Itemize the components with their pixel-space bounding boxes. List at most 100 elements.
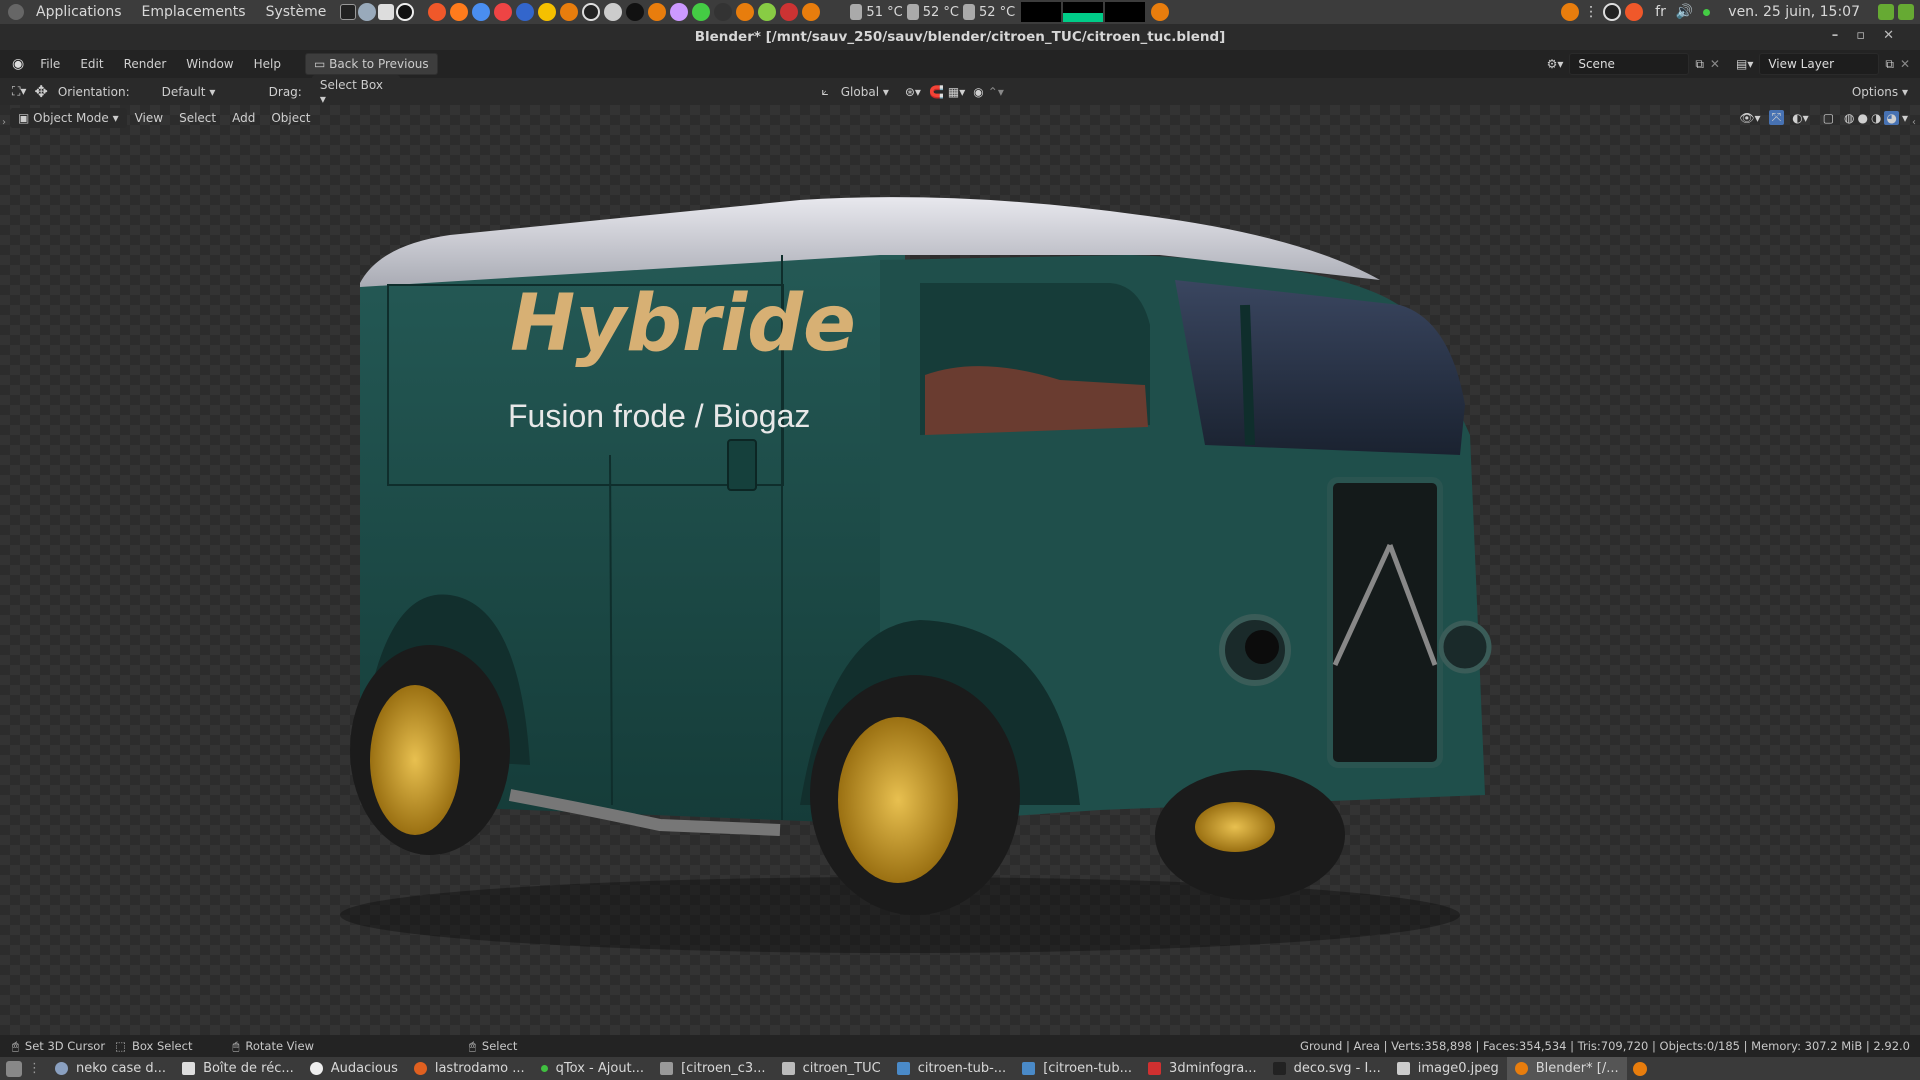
menu-window[interactable]: Window [176,57,243,71]
falloff-icon[interactable]: ⌃▾ [988,85,1004,99]
xray-toggle-icon[interactable]: ▢ [1823,111,1834,125]
menu-select[interactable]: Select [171,111,224,125]
launcher-browser-icon[interactable] [358,3,377,21]
show-desktop-button[interactable] [6,1060,22,1077]
launcher-blender5-icon[interactable] [1151,3,1170,21]
shading-solid-icon[interactable]: ● [1858,111,1868,125]
launcher-app5-icon[interactable] [604,3,623,21]
launcher-app-icon[interactable] [396,3,415,21]
menu-render[interactable]: Render [114,57,177,71]
task-13[interactable]: Blender* [/... [1506,1057,1627,1080]
tool-icon[interactable]: ⛶▾ [12,84,26,99]
network-status-icon[interactable] [1703,8,1711,16]
task-11[interactable]: deco.svg - I... [1265,1057,1389,1080]
view-layer-browse-icon[interactable]: ▤▾ [1736,57,1753,71]
menu-file[interactable]: File [30,57,70,71]
shading-rendered-icon[interactable]: ◕ [1884,110,1899,125]
shading-wireframe-icon[interactable]: ◍ [1844,111,1854,125]
system-monitor-graph[interactable] [1021,2,1062,22]
menu-systeme[interactable]: Système [256,4,337,20]
launcher-chromium-icon[interactable] [472,3,491,21]
task-6[interactable]: [citroen_c3... [652,1057,774,1080]
menu-edit[interactable]: Edit [70,57,113,71]
memory-monitor-graph[interactable] [1105,2,1146,22]
task-10[interactable]: 3dminfogra... [1140,1057,1265,1080]
task-5[interactable]: qTox - Ajout... [533,1057,652,1080]
launcher-filezilla-icon[interactable] [780,3,799,21]
new-scene-icon[interactable]: ⧉ [1695,57,1704,72]
menu-add[interactable]: Add [224,111,263,125]
task-7[interactable]: citroen_TUC [774,1057,889,1080]
launcher-app9-icon[interactable] [758,3,777,21]
shading-options-icon[interactable]: ▾ [1902,111,1908,125]
pivot-point-icon[interactable]: ⊛▾ [905,85,921,99]
new-view-layer-icon[interactable]: ⧉ [1885,57,1894,72]
launcher-blender4-icon[interactable] [802,3,821,21]
network-monitor-graph[interactable] [1063,2,1104,22]
launcher-app6-icon[interactable] [670,3,689,21]
gnome-foot-icon[interactable] [8,4,24,20]
maximize-button[interactable]: ▫ [1856,28,1883,43]
launcher-obs-icon[interactable] [582,3,601,21]
task-8[interactable]: citroen-tub-... [889,1057,1014,1080]
tray-xfce-icon[interactable] [1625,3,1644,21]
blender-logo-icon[interactable]: ◉ [12,56,24,72]
menu-help[interactable]: Help [244,57,291,71]
delete-view-layer-icon[interactable]: ✕ [1900,57,1910,71]
delete-scene-icon[interactable]: ✕ [1710,57,1720,71]
drag-dropdown[interactable]: Select Box ▾ [311,74,400,109]
view-layer-field[interactable]: View Layer [1759,53,1880,75]
viewport-3d[interactable]: Hybride Fusion frode / Biogaz › ‹ [0,105,1920,1035]
gizmo-toggle-icon[interactable]: ⤧ [1768,110,1785,125]
transform-space-dropdown[interactable]: Global ▾ [832,81,897,102]
show-desktop-icon[interactable] [1898,4,1914,20]
scene-browse-icon[interactable]: ⚙▾ [1547,57,1564,71]
menu-applications[interactable]: Applications [26,4,132,20]
menu-view[interactable]: View [127,111,171,125]
orientation-dropdown[interactable]: Default ▾ [153,81,249,102]
tray-obs-icon[interactable] [1603,3,1622,21]
launcher-blender-icon[interactable] [560,3,579,21]
menu-emplacements[interactable]: Emplacements [132,4,256,20]
tray-blender-small-icon[interactable] [1632,1061,1647,1076]
shading-material-icon[interactable]: ◑ [1871,111,1881,125]
proportional-edit-icon[interactable]: ◉ [973,85,983,99]
tray-blender-icon[interactable] [1561,3,1580,21]
task-1[interactable]: neko case d... [47,1057,174,1080]
launcher-terminal-icon[interactable] [340,4,357,20]
overlays-toggle-icon[interactable]: ◐▾ [1792,111,1809,125]
back-to-previous-button[interactable]: ▭ Back to Previous [304,53,438,75]
task-9[interactable]: [citroen-tub... [1014,1057,1140,1080]
launcher-xfce-icon[interactable] [428,3,447,21]
snap-grid-icon[interactable]: ▦▾ [948,85,965,99]
menu-object[interactable]: Object [263,111,318,125]
launcher-blender2-icon[interactable] [648,3,667,21]
launcher-app7-icon[interactable] [692,3,711,21]
scene-name-field[interactable]: Scene [1569,53,1690,75]
tray-more-icon[interactable]: ⋮ [1584,4,1598,20]
task-3[interactable]: Audacious [302,1057,406,1080]
task-2[interactable]: Boîte de réc... [174,1057,302,1080]
keyboard-layout-indicator[interactable]: fr [1655,4,1666,20]
workspace-switcher-icon[interactable] [1878,4,1894,20]
options-dropdown[interactable]: Options ▾ [1843,81,1916,102]
launcher-files-icon[interactable] [378,4,395,20]
task-4[interactable]: lastrodamo ... [406,1057,533,1080]
launcher-inkscape-icon[interactable] [626,3,645,21]
snap-toggle-icon[interactable]: 🧲 [929,85,944,99]
mode-dropdown[interactable]: ▣ Object Mode ▾ [10,107,127,128]
visibility-icon[interactable]: 👁▾ [1739,111,1760,125]
volume-icon[interactable]: 🔊 [1676,4,1693,20]
launcher-blender3-icon[interactable] [736,3,755,21]
task-12[interactable]: image0.jpeg [1389,1057,1507,1080]
launcher-app8-icon[interactable] [714,3,733,21]
close-button[interactable]: ✕ [1883,28,1912,43]
launcher-app4-icon[interactable] [538,3,557,21]
launcher-app2-icon[interactable] [494,3,513,21]
launcher-app3-icon[interactable] [516,3,535,21]
move-tool-icon[interactable]: ✥ [34,82,47,101]
minimize-button[interactable]: – [1832,28,1857,43]
task-icon [896,1062,910,1075]
launcher-firefox-icon[interactable] [450,3,469,21]
clock[interactable]: ven. 25 juin, 15:07 [1728,4,1860,20]
